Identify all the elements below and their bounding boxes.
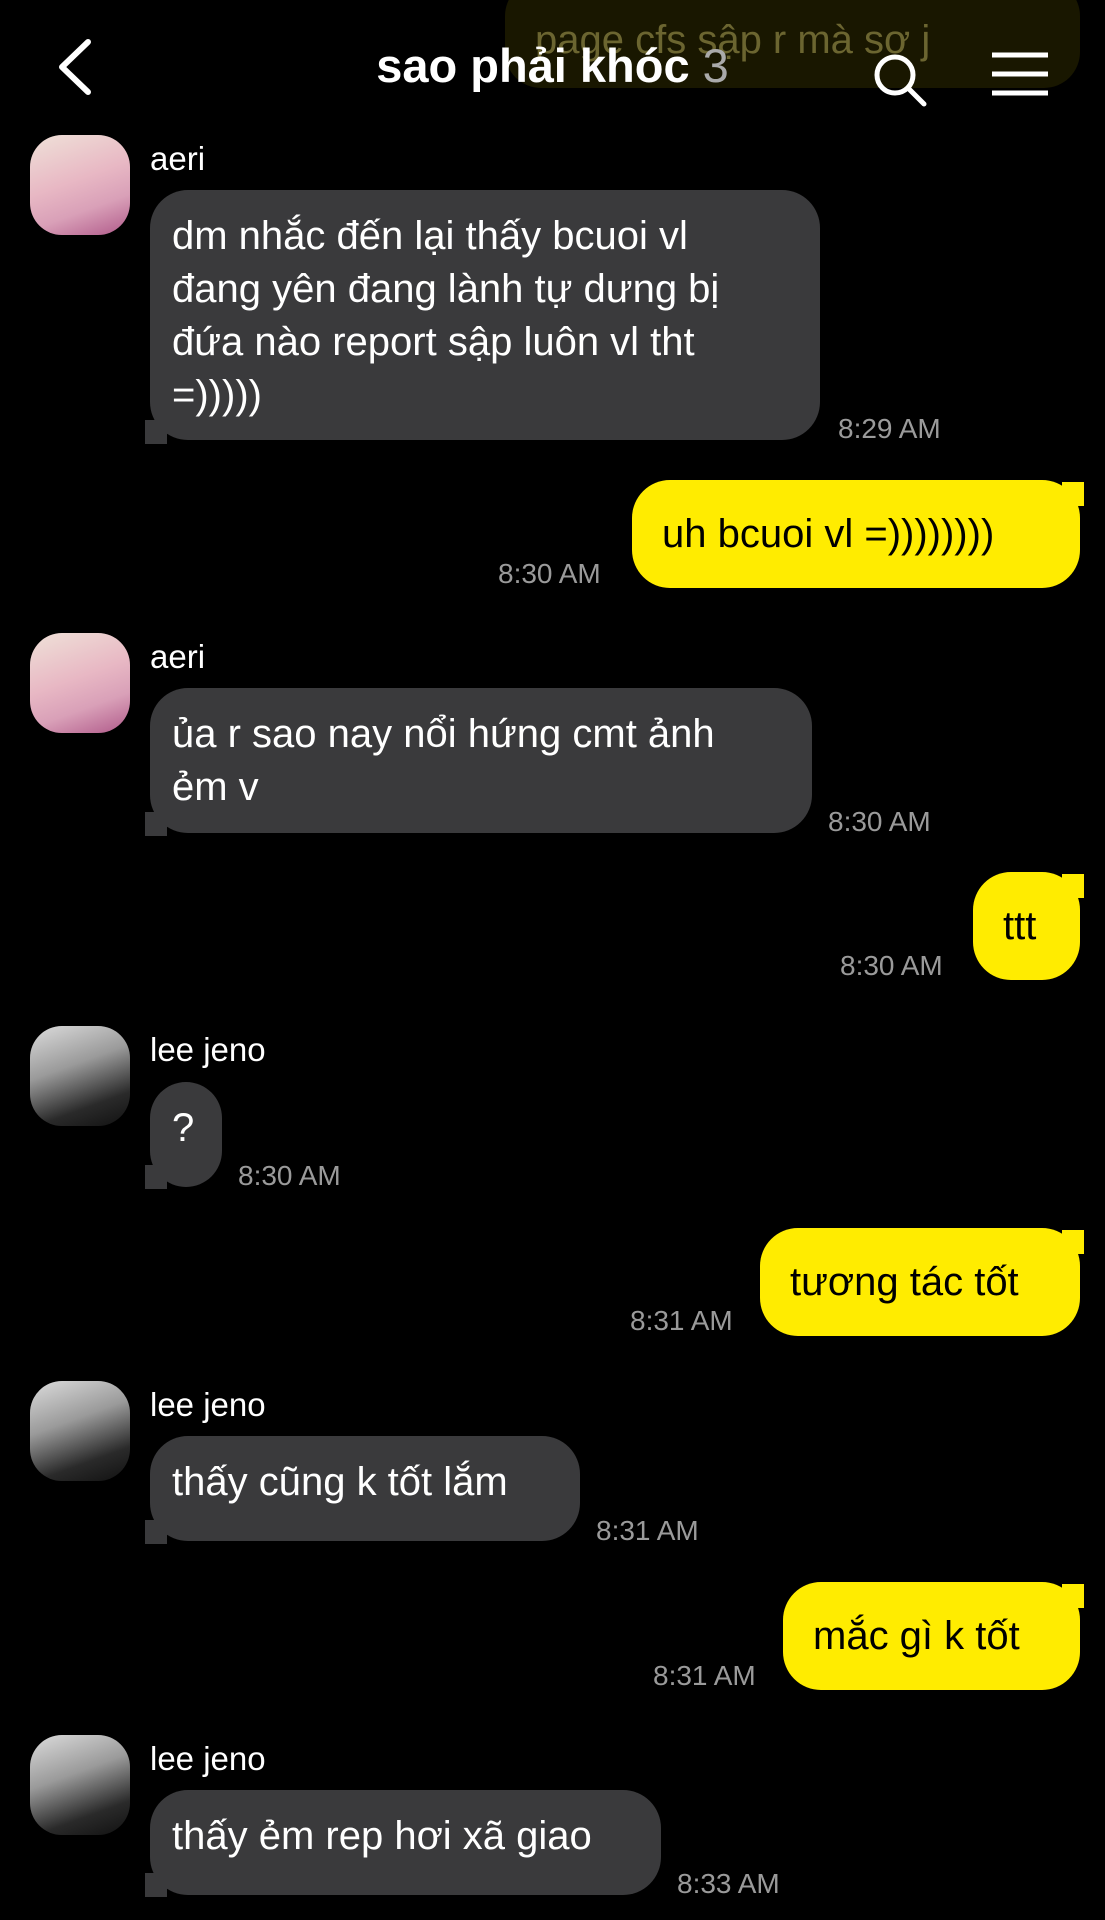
message-line: ẻm v <box>172 765 259 809</box>
message-line: thấy cũng k tốt lắm <box>172 1460 508 1504</box>
sender-name: lee jeno <box>150 1740 266 1777</box>
message-bubble[interactable]: mắc gì k tốt <box>783 1582 1080 1690</box>
message-timestamp: 8:30 AM <box>498 558 601 589</box>
avatar-aeri[interactable] <box>30 633 130 733</box>
message-bubble[interactable]: ủa r sao nay nổi hứng cmt ảnh ẻm v <box>150 688 812 833</box>
message-bubble[interactable]: thấy cũng k tốt lắm <box>150 1436 580 1541</box>
sender-name: aeri <box>150 140 206 177</box>
avatar-aeri[interactable] <box>30 135 130 235</box>
message-timestamp: 8:30 AM <box>828 806 931 837</box>
message-line: đang yên đang lành tự dưng bị <box>172 267 720 311</box>
chat-title[interactable]: sao phải khóc 3 <box>0 38 1105 93</box>
message-line: ? <box>172 1106 195 1150</box>
avatar-lee-jeno[interactable] <box>30 1735 130 1835</box>
message-bubble[interactable]: dm nhắc đến lại thấy bcuoi vl đang yên đ… <box>150 190 820 440</box>
message-line: =))))) <box>172 373 262 417</box>
avatar-lee-jeno[interactable] <box>30 1026 130 1126</box>
message-bubble[interactable]: ttt <box>973 872 1080 980</box>
chat-header: page cfs sập r mà sợ j sao phải khóc 3 <box>0 0 1105 140</box>
message-line: dm nhắc đến lại thấy bcuoi vl <box>172 214 688 258</box>
sender-name: lee jeno <box>150 1031 266 1068</box>
member-count: 3 <box>702 39 729 92</box>
message-timestamp: 8:31 AM <box>630 1305 733 1336</box>
message-line: thấy ẻm rep hơi xã giao <box>172 1814 592 1858</box>
message-timestamp: 8:31 AM <box>653 1660 756 1691</box>
message-bubble[interactable]: ? <box>150 1082 222 1187</box>
message-timestamp: 8:33 AM <box>677 1868 780 1899</box>
search-icon[interactable] <box>872 52 928 108</box>
sender-name: lee jeno <box>150 1386 266 1423</box>
message-timestamp: 8:31 AM <box>596 1515 699 1546</box>
message-timestamp: 8:29 AM <box>838 413 941 444</box>
menu-icon[interactable] <box>990 52 1050 96</box>
avatar-lee-jeno[interactable] <box>30 1381 130 1481</box>
message-bubble[interactable]: tương tác tốt <box>760 1228 1080 1336</box>
message-timestamp: 8:30 AM <box>840 950 943 981</box>
message-timestamp: 8:30 AM <box>238 1160 341 1191</box>
message-bubble[interactable]: thấy ẻm rep hơi xã giao <box>150 1790 661 1895</box>
message-line: đứa nào report sập luôn vl tht <box>172 320 695 364</box>
sender-name: aeri <box>150 638 206 675</box>
message-bubble[interactable]: uh bcuoi vl =)))))))) <box>632 480 1080 588</box>
message-line: ủa r sao nay nổi hứng cmt ảnh <box>172 712 715 756</box>
chat-name: sao phải khóc <box>376 39 690 92</box>
